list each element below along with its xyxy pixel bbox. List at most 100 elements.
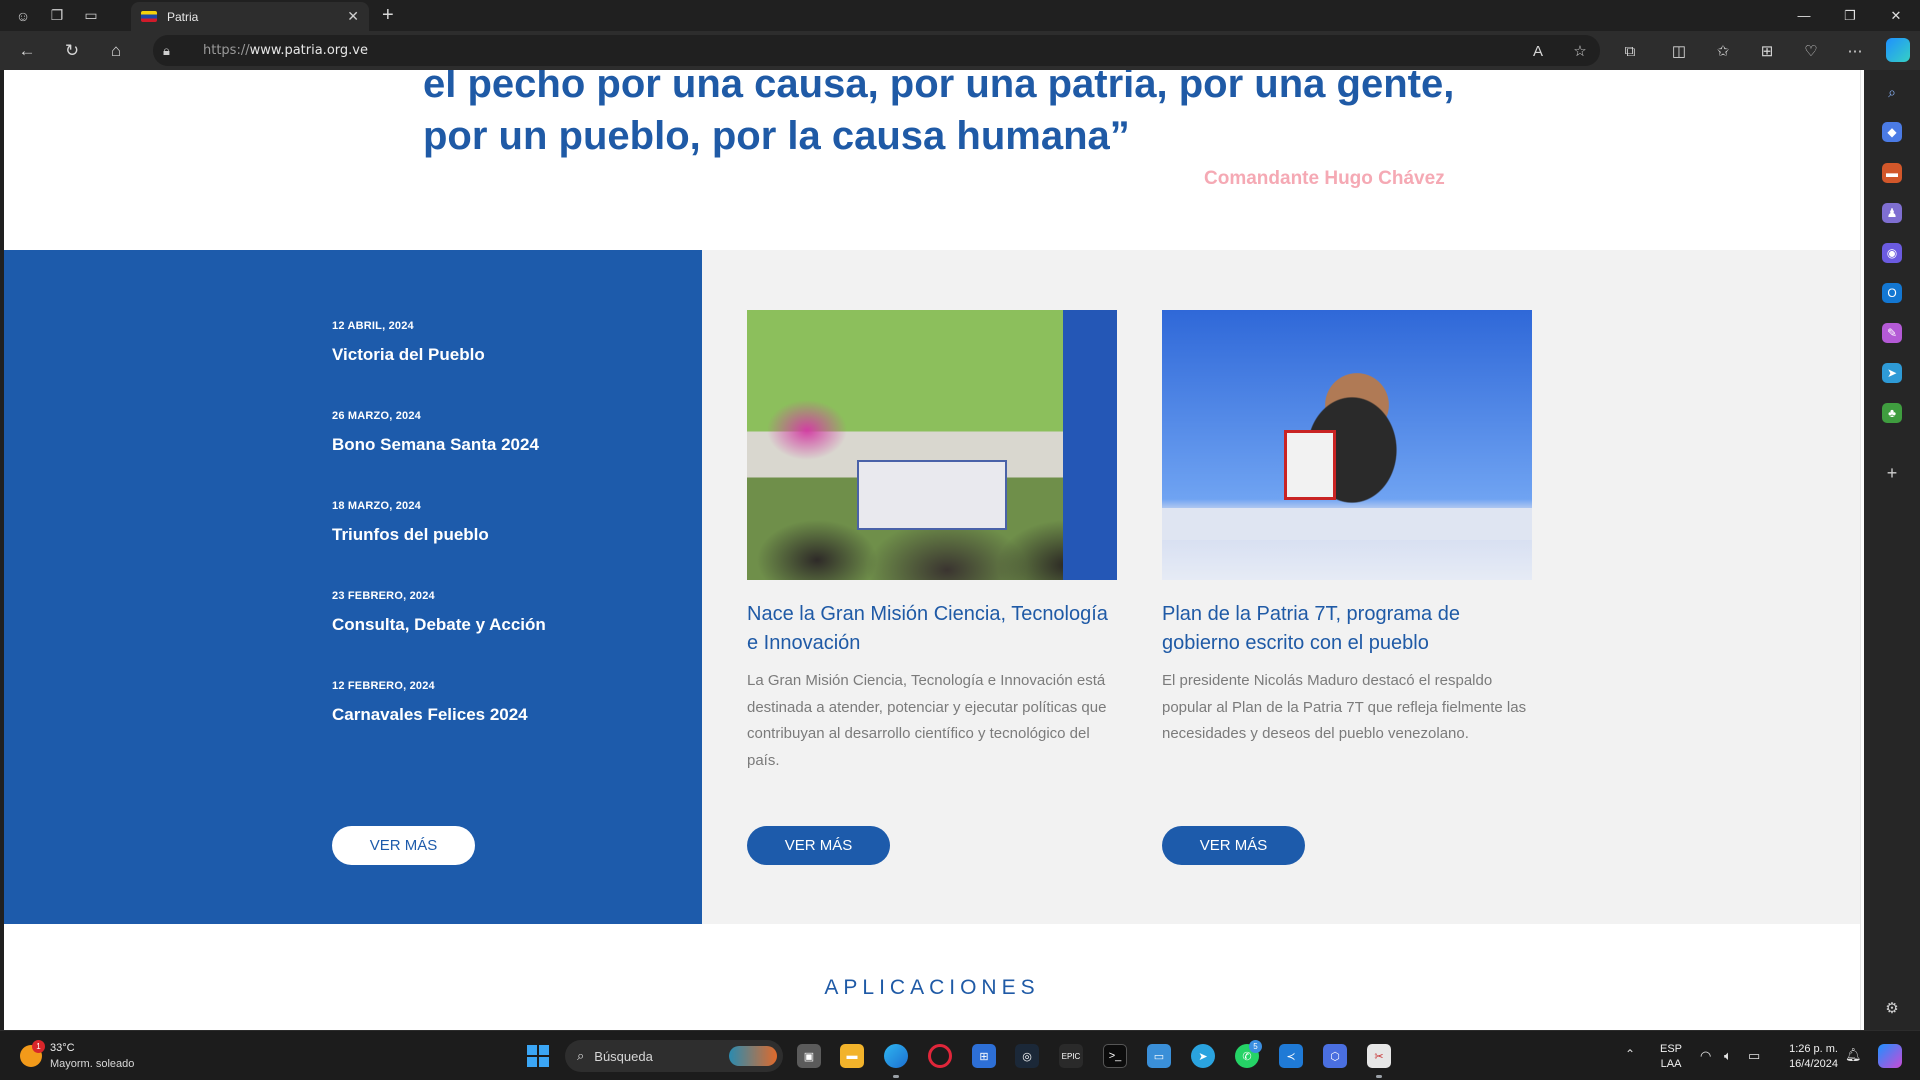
news-item[interactable]: 12 ABRIL, 2024 Victoria del Pueblo: [332, 320, 485, 365]
edge-sidebar: ⌕ ◆ ▬ ♟ ◉ O ✎ ➤ ♣ + ⚙: [1864, 70, 1920, 1030]
favorites-icon[interactable]: ✩: [1711, 39, 1735, 63]
card-more-button[interactable]: VER MÁS: [747, 826, 890, 865]
sidebar-send-icon[interactable]: ➤: [1882, 363, 1902, 383]
back-icon[interactable]: ←: [15, 39, 39, 63]
browser-essentials-icon[interactable]: ♡: [1799, 39, 1823, 63]
windows-taskbar: 1 33°C Mayorm. soleado ⌕ Búsqueda ▣ ▬ ⊞ …: [0, 1030, 1920, 1080]
weather-temperature[interactable]: 33°C: [50, 1042, 75, 1054]
browser-tab-patria[interactable]: Patria ✕: [131, 2, 369, 31]
new-tab-icon[interactable]: +: [382, 4, 394, 27]
card-more-button[interactable]: VER MÁS: [1162, 826, 1305, 865]
news-date: 26 MARZO, 2024: [332, 410, 422, 422]
edge-browser-icon[interactable]: [884, 1044, 908, 1068]
steam-icon[interactable]: ◎: [1015, 1044, 1039, 1068]
vertical-tabs-icon[interactable]: ▭: [80, 5, 102, 27]
sidebar-tools-icon[interactable]: ▬: [1882, 163, 1902, 183]
card-title[interactable]: Plan de la Patria 7T, programa de gobier…: [1162, 600, 1532, 658]
windows-start-icon[interactable]: [527, 1045, 549, 1067]
lock-icon[interactable]: 🔒︎: [163, 43, 183, 59]
event-banner: [1063, 310, 1117, 580]
file-explorer-icon[interactable]: ▬: [840, 1044, 864, 1068]
sidebar-search-icon[interactable]: ⌕: [1882, 82, 1902, 102]
news-title[interactable]: Victoria del Pueblo: [332, 345, 485, 365]
sidebar-office-icon[interactable]: ◉: [1882, 243, 1902, 263]
volume-icon[interactable]: 🔈︎: [1724, 1048, 1732, 1064]
notification-bell-icon[interactable]: 🔔︎: [1845, 1047, 1862, 1063]
minimize-window-icon[interactable]: —: [1781, 0, 1827, 31]
news-title[interactable]: Carnavales Felices 2024: [332, 705, 528, 725]
news-date: 23 FEBRERO, 2024: [332, 590, 435, 602]
news-item[interactable]: 26 MARZO, 2024 Bono Semana Santa 2024: [332, 410, 539, 455]
tray-overflow-chevron-icon[interactable]: ⌃: [1625, 1047, 1635, 1061]
sidebar-games-icon[interactable]: ♟: [1882, 203, 1902, 223]
studio-desk: [1162, 508, 1532, 540]
read-aloud-icon[interactable]: A: [1526, 39, 1550, 63]
gran-mision-photo[interactable]: [747, 310, 1117, 580]
copilot-icon[interactable]: [1886, 38, 1910, 62]
workspaces-icon[interactable]: ❐: [46, 5, 68, 27]
snipping-tool-icon[interactable]: ✂: [1367, 1044, 1391, 1068]
sidebar-add-icon[interactable]: +: [1882, 463, 1902, 483]
sidebar-shopping-icon[interactable]: ◆: [1882, 122, 1902, 142]
remote-desktop-icon[interactable]: ▭: [1147, 1044, 1171, 1068]
venezuela-flag-favicon-icon: [141, 11, 157, 22]
quote-line-2: por un pueblo, por la causa humana”: [423, 114, 1130, 158]
favorite-star-icon[interactable]: ☆: [1568, 39, 1592, 63]
news-list-panel: 12 ABRIL, 2024 Victoria del Pueblo 26 MA…: [4, 250, 702, 924]
sidebar-designer-icon[interactable]: ✎: [1882, 323, 1902, 343]
search-placeholder: Búsqueda: [594, 1048, 653, 1064]
news-date: 12 ABRIL, 2024: [332, 320, 414, 332]
split-screen-icon[interactable]: ◫: [1667, 39, 1691, 63]
profile-avatar-icon[interactable]: ☺: [12, 5, 34, 27]
sidebar-tree-icon[interactable]: ♣: [1882, 403, 1902, 423]
close-tab-icon[interactable]: ✕: [347, 8, 359, 25]
microsoft-store-icon[interactable]: ⊞: [972, 1044, 996, 1068]
task-view-icon[interactable]: ▣: [797, 1044, 821, 1068]
close-window-icon[interactable]: ✕: [1873, 0, 1919, 31]
sidebar-settings-gear-icon[interactable]: ⚙: [1882, 998, 1902, 1018]
battery-icon[interactable]: ▭: [1748, 1048, 1760, 1064]
news-more-button[interactable]: VER MÁS: [332, 826, 475, 865]
news-title[interactable]: Triunfos del pueblo: [332, 525, 489, 545]
news-title[interactable]: Consulta, Debate y Acción: [332, 615, 546, 635]
sidebar-outlook-icon[interactable]: O: [1882, 283, 1902, 303]
collections-icon[interactable]: ⊞: [1755, 39, 1779, 63]
vscode-icon[interactable]: ≺: [1279, 1044, 1303, 1068]
news-date: 12 FEBRERO, 2024: [332, 680, 435, 692]
system-clock[interactable]: 1:26 p. m. 16/4/2024: [1772, 1042, 1838, 1072]
refresh-icon[interactable]: ↻: [60, 39, 84, 63]
terminal-icon[interactable]: >_: [1103, 1044, 1127, 1068]
epic-games-icon[interactable]: EPIC: [1059, 1044, 1083, 1068]
settings-more-icon[interactable]: ⋯: [1843, 39, 1867, 63]
url-text: https://www.patria.org.ve: [203, 43, 368, 58]
page-viewport: el pecho por una causa, por una patria, …: [4, 70, 1860, 1030]
quote-line-1: el pecho por una causa, por una patria, …: [423, 70, 1454, 110]
edge-active-indicator: [893, 1075, 899, 1078]
copilot-taskbar-icon[interactable]: [1878, 1044, 1902, 1068]
news-band: 12 ABRIL, 2024 Victoria del Pueblo 26 MA…: [4, 250, 1860, 924]
weather-condition[interactable]: Mayorm. soleado: [50, 1058, 134, 1070]
taskbar-search-box[interactable]: ⌕ Búsqueda: [565, 1040, 783, 1072]
news-item[interactable]: 23 FEBRERO, 2024 Consulta, Debate y Acci…: [332, 590, 546, 635]
quote-highlight-pueblo: pueblo: [558, 114, 690, 158]
plan-booklet: [1284, 430, 1336, 500]
home-icon[interactable]: ⌂: [104, 39, 128, 63]
wifi-icon[interactable]: ◠: [1700, 1048, 1711, 1064]
quote-author: Comandante Hugo Chávez: [1204, 168, 1445, 189]
cube-app-icon[interactable]: ⬡: [1323, 1044, 1347, 1068]
plan-patria-photo[interactable]: [1162, 310, 1532, 580]
opera-icon[interactable]: [928, 1044, 952, 1068]
input-language[interactable]: ESP LAA: [1660, 1042, 1682, 1072]
telegram-icon[interactable]: ➤: [1191, 1044, 1215, 1068]
news-title[interactable]: Bono Semana Santa 2024: [332, 435, 539, 455]
news-item[interactable]: 18 MARZO, 2024 Triunfos del pueblo: [332, 500, 489, 545]
section-heading-aplicaciones: APLICACIONES: [824, 976, 1040, 999]
card-title[interactable]: Nace la Gran Misión Ciencia, Tecnología …: [747, 600, 1117, 658]
extensions-icon[interactable]: ⧉: [1618, 39, 1642, 63]
restore-window-icon[interactable]: ❐: [1827, 0, 1873, 31]
search-highlight-icon: [729, 1046, 777, 1066]
address-bar[interactable]: 🔒︎ https://www.patria.org.ve: [153, 35, 1600, 66]
news-item[interactable]: 12 FEBRERO, 2024 Carnavales Felices 2024: [332, 680, 528, 725]
snipping-active-indicator: [1376, 1075, 1382, 1078]
search-icon: ⌕: [577, 1048, 585, 1063]
